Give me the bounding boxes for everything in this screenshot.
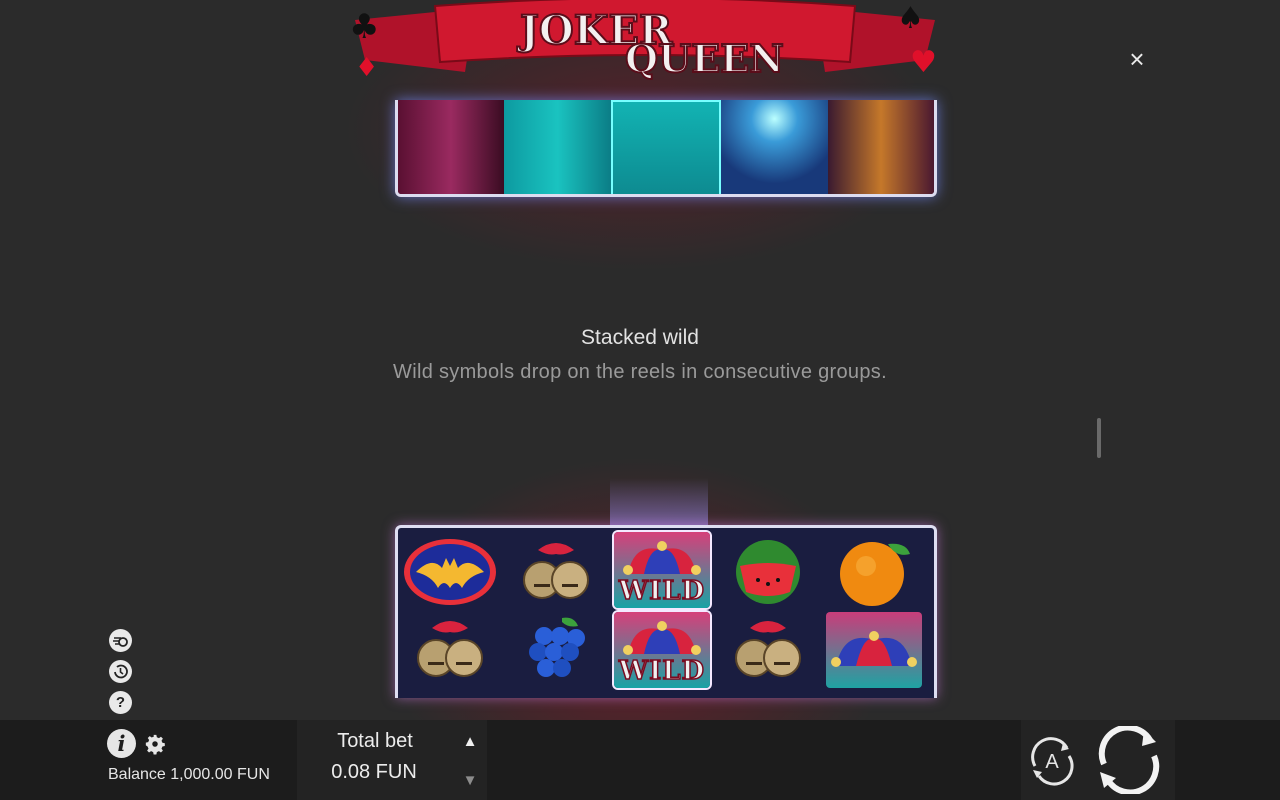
- bet-decrease-button[interactable]: ▼: [460, 772, 480, 790]
- bet-increase-button[interactable]: ▲: [460, 733, 480, 751]
- feature-description: Wild symbols drop on the reels in consec…: [393, 361, 887, 383]
- total-bet-label: Total bet: [337, 730, 413, 752]
- turbo-spin-icon[interactable]: [109, 629, 132, 652]
- reel-column: [504, 528, 607, 698]
- club-icon: ♣: [349, 7, 379, 47]
- orange-icon: [826, 536, 922, 608]
- spade-icon: ♠: [897, 1, 924, 36]
- reel-preview-cell: [827, 100, 934, 194]
- reel-column: [822, 528, 925, 698]
- reel-column: WILD WILD: [610, 528, 713, 698]
- close-button[interactable]: ×: [1124, 46, 1150, 72]
- scrollbar-thumb[interactable]: [1097, 418, 1101, 458]
- bells-icon: [402, 614, 498, 686]
- feature-title: Stacked wild: [581, 326, 699, 349]
- wild-drop-glow: [610, 478, 708, 528]
- jester-hat-icon: [826, 612, 922, 688]
- spin-button[interactable]: [1094, 724, 1164, 796]
- balance-display: Balance 1,000.00 FUN: [108, 766, 270, 783]
- bells-icon: [508, 536, 604, 608]
- reel-preview-cell: [504, 100, 611, 194]
- grapes-icon: [508, 614, 604, 686]
- reels-frame: WILD WILD: [395, 525, 937, 698]
- total-bet-value: 0.08 FUN: [331, 761, 417, 783]
- reel-column: [716, 528, 819, 698]
- reel-preview-top: [395, 100, 937, 197]
- bat-emblem-icon: [402, 536, 498, 608]
- reel-preview-cell: [398, 100, 505, 194]
- autoplay-button[interactable]: A: [1027, 736, 1077, 786]
- wild-label: WILD: [618, 575, 706, 607]
- game-logo: ♣ ♠ ♥ ♦ JOKER QUEEN: [349, 0, 937, 82]
- wild-label: WILD: [618, 655, 706, 687]
- diamond-icon: ♦: [355, 53, 378, 82]
- bells-icon: [720, 614, 816, 686]
- reel-preview-cell: [610, 100, 722, 194]
- info-icon[interactable]: i: [107, 729, 136, 758]
- help-icon[interactable]: ?: [109, 691, 132, 714]
- gear-icon[interactable]: [144, 733, 166, 755]
- watermelon-icon: [720, 536, 816, 608]
- heart-icon: ♥: [910, 45, 937, 80]
- wild-symbol: WILD: [614, 612, 710, 688]
- reel-column: [398, 528, 501, 698]
- autoplay-label: A: [1045, 751, 1059, 773]
- logo-line2: QUEEN: [625, 36, 784, 81]
- history-icon[interactable]: [109, 660, 132, 683]
- wild-symbol: WILD: [614, 532, 710, 608]
- reel-preview-cell: [721, 100, 828, 194]
